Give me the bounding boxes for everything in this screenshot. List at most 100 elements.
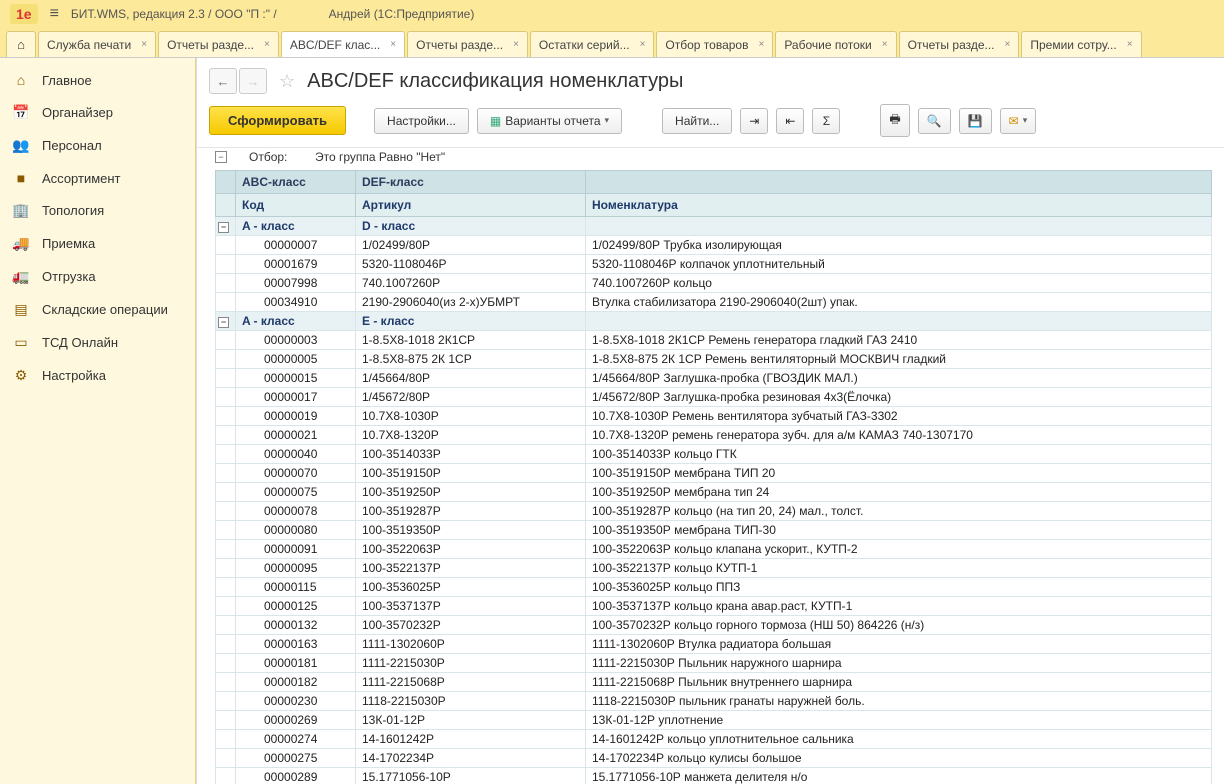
table-row[interactable]: 0000027514-1702234Р14-1702234Р кольцо ку… (216, 749, 1212, 768)
sidebar-item-label: Персонал (42, 138, 102, 153)
sidebar-item[interactable]: ⚙Настройка (0, 359, 195, 392)
table-row[interactable]: 00000091100-3522063Р100-3522063Р кольцо … (216, 540, 1212, 559)
cell-article: 15.1771056-10Р (356, 768, 586, 784)
print-button[interactable]: 🖶 (880, 104, 909, 137)
box-icon: ■ (12, 170, 30, 186)
warehouse-icon: 🏢 (12, 202, 30, 219)
settings-button[interactable]: Настройки... (374, 108, 469, 134)
sidebar-item[interactable]: ■ Ассортимент (0, 162, 195, 194)
save-button[interactable]: 💾 (959, 108, 992, 134)
nav-back-button[interactable]: ← (209, 68, 237, 94)
sidebar-item[interactable]: 👥Персонал (0, 129, 195, 162)
tab[interactable]: Отбор товаров× (656, 31, 773, 57)
group-toggle[interactable]: − (218, 222, 229, 233)
sidebar-item[interactable]: 🏢Топология (0, 194, 195, 227)
sidebar-item[interactable]: 🚛Отгрузка (0, 260, 195, 293)
sidebar-item[interactable]: 🚚Приемка (0, 227, 195, 260)
sidebar-item[interactable]: ▭ТСД Онлайн (0, 326, 195, 359)
cell-nomenclature: 1/45664/80Р Заглушка-пробка (ГВОЗДИК МАЛ… (586, 369, 1212, 388)
close-icon[interactable]: × (882, 39, 888, 50)
table-row[interactable]: 00000115100-3536025Р100-3536025Р кольцо … (216, 578, 1212, 597)
preview-button[interactable]: 🔍 (918, 108, 951, 134)
tab[interactable]: Рабочие потоки× (775, 31, 896, 57)
table-row[interactable]: 000000051-8.5Х8-875 2К 1СР1-8.5Х8-875 2К… (216, 350, 1212, 369)
group-row[interactable]: −A - классE - класс (216, 312, 1212, 331)
close-icon[interactable]: × (758, 39, 764, 50)
table-row[interactable]: 000001811111-2215030Р1111-2215030Р Пыльн… (216, 654, 1212, 673)
tab[interactable]: Служба печати× (38, 31, 156, 57)
expand-all-button[interactable]: ⇥ (740, 108, 768, 134)
titlebar: 1e ≡ БИТ.WMS, редакция 2.3 / ООО "П :" /… (0, 0, 1224, 28)
cell-nomenclature: 100-3522063Р кольцо клапана ускорит., КУ… (586, 540, 1212, 559)
menu-icon[interactable]: ≡ (50, 5, 59, 23)
nav-forward-button[interactable]: → (239, 68, 267, 94)
collapse-all-button[interactable]: ⇤ (776, 108, 804, 134)
tab[interactable]: Премии сотру...× (1021, 31, 1141, 57)
group-toggle[interactable]: − (218, 317, 229, 328)
cell-code: 00007998 (236, 274, 356, 293)
table-row[interactable]: 0000001910.7Х8-1030Р10.7Х8-1030Р Ремень … (216, 407, 1212, 426)
cell-article: 100-3537137Р (356, 597, 586, 616)
table-row[interactable]: 00000125100-3537137Р100-3537137Р кольцо … (216, 597, 1212, 616)
table-row[interactable]: 00000095100-3522137Р100-3522137Р кольцо … (216, 559, 1212, 578)
sidebar-item[interactable]: ⌂Главное (0, 64, 195, 96)
tab[interactable]: Отчеты разде...× (899, 31, 1020, 57)
find-button[interactable]: Найти... (662, 108, 732, 134)
table-row[interactable]: 000016795320-1108046Р5320-1108046Р колпа… (216, 255, 1212, 274)
table-row[interactable]: 000000031-8.5Х8-1018 2К1СР1-8.5Х8-1018 2… (216, 331, 1212, 350)
table-row[interactable]: 0000002110.7Х8-1320Р10.7Х8-1320Р ремень … (216, 426, 1212, 445)
cell-nomenclature: 1/45672/80Р Заглушка-пробка резиновая 4х… (586, 388, 1212, 407)
table-row[interactable]: 000001631111-1302060Р1111-1302060Р Втулк… (216, 635, 1212, 654)
table-row[interactable]: 0000026913К-01-12Р13К-01-12Р уплотнение (216, 711, 1212, 730)
cell-code: 00000182 (236, 673, 356, 692)
cell-article: 1-8.5Х8-875 2К 1СР (356, 350, 586, 369)
sidebar-item[interactable]: 📅Органайзер (0, 96, 195, 129)
cell-nomenclature: 100-3537137Р кольцо крана авар.раст, КУТ… (586, 597, 1212, 616)
table-row[interactable]: 000000171/45672/80Р1/45672/80Р Заглушка-… (216, 388, 1212, 407)
table-row[interactable]: 000000071/02499/80Р1/02499/80Р Трубка из… (216, 236, 1212, 255)
sidebar-item[interactable]: ▤Складские операции (0, 293, 195, 326)
report-grid[interactable]: ABC-класс DEF-класс Код Артикул Номенкла… (197, 170, 1224, 784)
cell-article: 1111-2215068Р (356, 673, 586, 692)
favorite-icon[interactable]: ☆ (279, 71, 295, 92)
close-icon[interactable]: × (390, 39, 396, 50)
sum-button[interactable]: Σ (812, 108, 840, 134)
cell-code: 00000091 (236, 540, 356, 559)
table-row[interactable]: 000002301118-2215030Р1118-2215030Р пыльн… (216, 692, 1212, 711)
tab[interactable]: Отчеты разде...× (407, 31, 528, 57)
filter-collapse-toggle[interactable]: − (215, 151, 227, 163)
col-article: Артикул (356, 194, 586, 217)
table-icon: ▦ (490, 114, 501, 128)
close-icon[interactable]: × (1127, 39, 1133, 50)
close-icon[interactable]: × (1005, 39, 1011, 50)
table-row[interactable]: 00000132100-3570232Р100-3570232Р кольцо … (216, 616, 1212, 635)
group-row[interactable]: −A - классD - класс (216, 217, 1212, 236)
table-row[interactable]: 0000028915.1771056-10Р15.1771056-10Р ман… (216, 768, 1212, 784)
table-row[interactable]: 0000027414-1601242Р14-1601242Р кольцо уп… (216, 730, 1212, 749)
tab[interactable]: Остатки серий...× (530, 31, 655, 57)
table-row[interactable]: 000000151/45664/80Р1/45664/80Р Заглушка-… (216, 369, 1212, 388)
cell-article: 5320-1108046Р (356, 255, 586, 274)
close-icon[interactable]: × (640, 39, 646, 50)
email-button[interactable]: ✉▾ (1000, 108, 1037, 134)
table-row[interactable]: 00000070100-3519150Р100-3519150Р мембран… (216, 464, 1212, 483)
sidebar-item-label: Ассортимент (42, 171, 121, 186)
tab[interactable]: Отчеты разде...× (158, 31, 279, 57)
home-tab[interactable]: ⌂ (6, 31, 36, 57)
form-button[interactable]: Сформировать (209, 106, 346, 135)
table-row[interactable]: 00000040100-3514033Р100-3514033Р кольцо … (216, 445, 1212, 464)
table-row[interactable]: 00000075100-3519250Р100-3519250Р мембран… (216, 483, 1212, 502)
close-icon[interactable]: × (513, 39, 519, 50)
table-row[interactable]: 000001821111-2215068Р1111-2215068Р Пыльн… (216, 673, 1212, 692)
table-row[interactable]: 000349102190-2906040(из 2-х)УБМРТВтулка … (216, 293, 1212, 312)
table-row[interactable]: 00000078100-3519287Р100-3519287Р кольцо … (216, 502, 1212, 521)
house-icon: ⌂ (12, 72, 30, 88)
variants-button[interactable]: ▦Варианты отчета▾ (477, 108, 622, 134)
close-icon[interactable]: × (141, 39, 147, 50)
tab[interactable]: ABC/DEF клас...× (281, 31, 405, 57)
close-icon[interactable]: × (264, 39, 270, 50)
table-row[interactable]: 00007998740.1007260Р740.1007260Р кольцо (216, 274, 1212, 293)
table-row[interactable]: 00000080100-3519350Р100-3519350Р мембран… (216, 521, 1212, 540)
cell-code: 00000017 (236, 388, 356, 407)
sidebar-item-label: Приемка (42, 236, 95, 251)
